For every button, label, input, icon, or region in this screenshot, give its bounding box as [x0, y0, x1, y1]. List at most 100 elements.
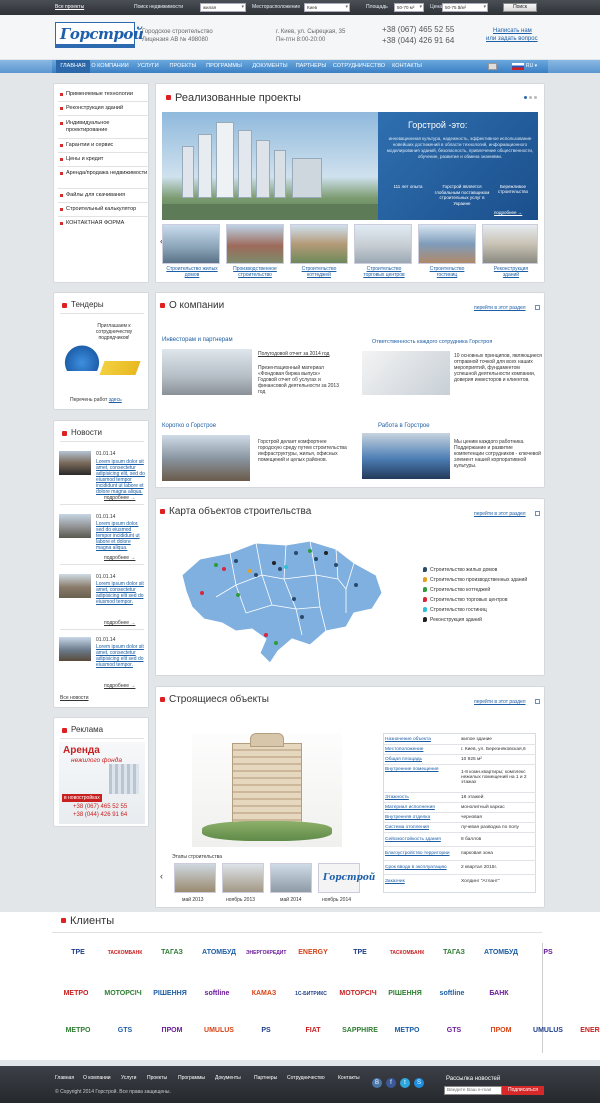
ad-banner[interactable]: Аренда нежилого фонда в новостройках +38… — [59, 742, 145, 824]
client-logo[interactable]: БАНК — [479, 985, 519, 1003]
client-logo[interactable]: РІШЕННЯ — [385, 985, 425, 1003]
client-logo[interactable]: МОТОРСІЧ — [338, 985, 378, 1003]
about-goto-link[interactable]: перейти в этот раздел — [474, 305, 526, 311]
client-logo[interactable]: TPE — [340, 944, 380, 962]
project-thumb-3[interactable] — [290, 224, 348, 264]
news-more-3[interactable]: подробнее → — [104, 620, 135, 626]
sidebar-item-guarantees[interactable]: Гарантии и сервис — [60, 142, 148, 149]
write-us-link[interactable]: Написать нам — [493, 28, 532, 34]
ask-question-link[interactable]: или задать вопрос — [486, 36, 538, 42]
news-text-3[interactable]: Lorem ipsum dolor sit amet, consectetur … — [59, 581, 147, 617]
project-caption-1[interactable]: Строительство жилых домов — [166, 266, 218, 278]
news-text-2[interactable]: Lorem ipsum dolor. sed do eiusmod tempor… — [59, 521, 147, 551]
project-caption-3[interactable]: Строительство коттеджей — [292, 266, 346, 278]
ukraine-map[interactable] — [176, 535, 386, 665]
client-logo[interactable]: МЕТРО — [56, 985, 96, 1003]
nav-partners[interactable]: ПАРТНЕРЫ — [294, 60, 328, 73]
client-logo[interactable]: TPE — [58, 944, 98, 962]
search-type-select[interactable]: жилая — [200, 3, 246, 12]
price-select[interactable]: 50-75 $/м² — [442, 3, 488, 12]
banner-more-link[interactable]: подробнее → — [494, 210, 522, 215]
project-thumb-1[interactable] — [162, 224, 220, 264]
client-logo[interactable]: ПРОМ — [481, 1022, 521, 1040]
client-logo[interactable]: ЭНЕРГОКРЕДИТ — [246, 944, 286, 962]
news-more-4[interactable]: подробнее → — [104, 683, 135, 689]
footer-link-documents[interactable]: Документы — [215, 1075, 241, 1081]
sidebar-item-contact-form[interactable]: КОНТАКТНАЯ ФОРМА — [60, 220, 148, 227]
footer-link-cooperation[interactable]: Сотрудничество — [287, 1075, 325, 1081]
investors-report-link[interactable]: Полугодовой отчет за 2014 год — [258, 351, 338, 357]
footer-link-services[interactable]: Услуги — [121, 1075, 136, 1081]
sidebar-item-reconstruction[interactable]: Реконструкция зданий — [60, 105, 148, 112]
client-logo[interactable]: PS — [528, 944, 568, 962]
project-thumb-2[interactable] — [226, 224, 284, 264]
news-more-2[interactable]: подробнее → — [104, 555, 135, 561]
legend-cottages[interactable]: Строительство коттеджей — [423, 587, 490, 593]
news-text-4[interactable]: Lorem ipsum dolor sit amet, consectetur … — [59, 644, 147, 680]
nav-contacts[interactable]: КОНТАКТЫ — [390, 60, 424, 73]
client-logo[interactable]: ENERGY — [575, 1022, 600, 1040]
client-logo[interactable]: GTS — [434, 1022, 474, 1040]
client-logo[interactable]: ENERGY — [293, 944, 333, 962]
client-logo[interactable]: ПРОМ — [152, 1022, 192, 1040]
client-logo[interactable]: UMULUS — [199, 1022, 239, 1040]
project-caption-6[interactable]: Реконструкция зданий — [486, 266, 536, 278]
all-projects-link[interactable]: Все проекты — [55, 4, 84, 10]
logo[interactable]: Горстрой — [55, 22, 144, 48]
area-select[interactable]: 50-70 м² — [394, 3, 424, 12]
nav-about[interactable]: О КОМПАНИИ — [90, 60, 130, 73]
investors-heading[interactable]: Инвесторам и партнерам — [162, 337, 233, 343]
twitter-icon[interactable]: t — [400, 1078, 410, 1088]
stage-thumb-1[interactable] — [174, 863, 216, 893]
map-goto-link[interactable]: перейти в этот раздел — [474, 511, 526, 517]
stage-thumb-3[interactable] — [270, 863, 312, 893]
newsletter-email-input[interactable] — [444, 1086, 502, 1095]
language-select[interactable]: RU ▾ — [526, 63, 537, 69]
prev-arrow-icon[interactable]: ‹ — [160, 871, 163, 881]
skype-icon[interactable]: S — [414, 1078, 424, 1088]
client-logo[interactable]: softline — [197, 985, 237, 1003]
project-thumb-5[interactable] — [418, 224, 476, 264]
search-button[interactable]: Поиск — [503, 3, 537, 12]
footer-link-partners[interactable]: Партнеры — [254, 1075, 277, 1081]
project-caption-4[interactable]: Строительство торговых центров — [356, 266, 412, 278]
sidebar-item-calculator[interactable]: Строительный калькулятор — [60, 206, 148, 213]
client-logo[interactable]: UMULUS — [528, 1022, 568, 1040]
client-logo[interactable]: РІШЕННЯ — [150, 985, 190, 1003]
footer-link-programs[interactable]: Программы — [178, 1075, 205, 1081]
project-thumb-6[interactable] — [482, 224, 538, 264]
sidebar-item-prices[interactable]: Цены и кредит — [60, 156, 148, 163]
client-logo[interactable]: PS — [246, 1022, 286, 1040]
sidebar-item-design[interactable]: Индивидуальное проектирование — [60, 120, 148, 134]
nav-programs[interactable]: ПРОГРАММЫ — [202, 60, 246, 73]
location-select[interactable]: Киев — [304, 3, 350, 12]
project-caption-2[interactable]: Производственное строительство — [226, 266, 284, 278]
sidebar-item-rent[interactable]: Аренда/продажа недвижимости — [60, 170, 148, 177]
client-logo[interactable]: ТАГАЗ — [434, 944, 474, 962]
footer-link-about[interactable]: О компании — [83, 1075, 111, 1081]
footer-link-projects[interactable]: Проекты — [147, 1075, 167, 1081]
client-logo[interactable]: ТАГАЗ — [152, 944, 192, 962]
building-goto-link[interactable]: перейти в этот раздел — [474, 699, 526, 705]
news-more-1[interactable]: подробнее → — [104, 495, 135, 501]
client-logo[interactable]: ТАСКОМБАНК — [387, 944, 427, 962]
legend-hotels[interactable]: Строительство гостиниц — [423, 607, 487, 613]
sidebar-item-technologies[interactable]: Применяемые технологии — [60, 91, 148, 98]
client-logo[interactable]: МОТОРСІЧ — [103, 985, 143, 1003]
sidebar-item-downloads[interactable]: Файлы для скачивания — [60, 192, 148, 199]
client-logo[interactable]: softline — [432, 985, 472, 1003]
client-logo[interactable]: МЕТРО — [58, 1022, 98, 1040]
client-logo[interactable]: SAPPHIRE — [340, 1022, 380, 1040]
legend-reconstruction[interactable]: Реконструкция зданий — [423, 617, 482, 623]
legend-industrial[interactable]: Строительство производственных зданий — [423, 577, 527, 583]
short-about-heading[interactable]: Коротко о Горстрое — [162, 423, 216, 429]
tenders-list-link[interactable]: здесь — [109, 397, 122, 403]
careers-heading[interactable]: Работа в Горстрое — [378, 423, 430, 429]
project-caption-5[interactable]: Строительство гостиниц — [422, 266, 472, 278]
nav-services[interactable]: УСЛУГИ — [132, 60, 164, 73]
slider-dots[interactable] — [524, 96, 540, 99]
client-logo[interactable]: GTS — [105, 1022, 145, 1040]
nav-cooperation[interactable]: СОТРУДНИЧЕСТВО — [330, 60, 388, 73]
facebook-icon[interactable]: f — [386, 1078, 396, 1088]
client-logo[interactable]: КАМАЗ — [244, 985, 284, 1003]
